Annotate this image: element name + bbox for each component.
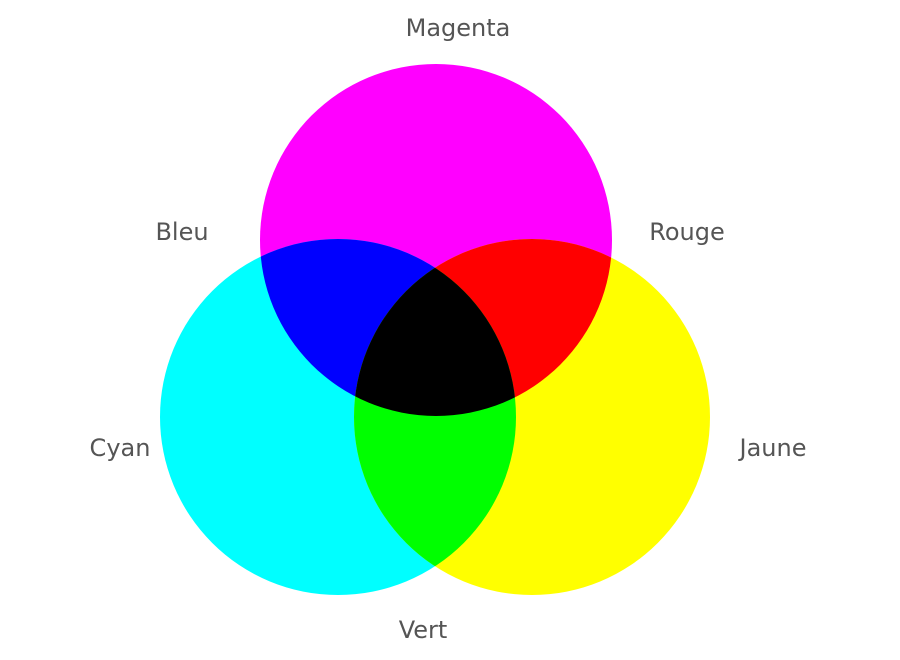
- label-cyan: Cyan: [89, 434, 151, 462]
- label-rouge: Rouge: [649, 218, 725, 246]
- label-bleu: Bleu: [155, 218, 209, 246]
- label-magenta: Magenta: [405, 14, 511, 42]
- label-vert: Vert: [398, 616, 448, 644]
- cmy-venn-diagram: [160, 64, 710, 595]
- label-jaune: Jaune: [739, 434, 807, 462]
